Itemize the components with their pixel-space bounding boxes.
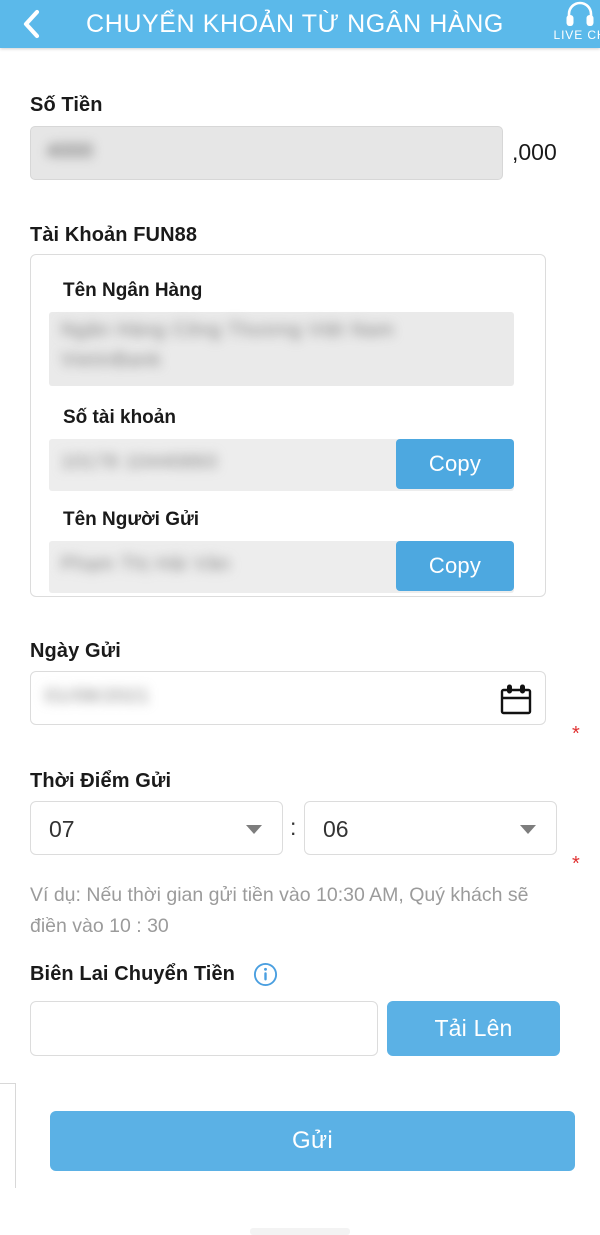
back-button[interactable] bbox=[8, 0, 54, 48]
minute-select[interactable]: 06 bbox=[304, 801, 557, 855]
time-required-marker: * bbox=[572, 854, 580, 874]
chevron-down-icon bbox=[246, 825, 262, 834]
amount-value: 4000 bbox=[47, 141, 93, 163]
sender-name-row: Phạm Thị Hải Vân Copy bbox=[49, 541, 514, 593]
hour-value: 07 bbox=[49, 816, 75, 843]
chevron-left-icon bbox=[21, 8, 41, 40]
amount-input[interactable]: 4000 bbox=[30, 126, 503, 180]
live-chat-button[interactable]: LIVE CH bbox=[534, 1, 600, 42]
date-required-marker: * bbox=[572, 724, 580, 744]
date-input[interactable]: 01/08/2021 bbox=[30, 671, 546, 725]
chevron-down-icon bbox=[520, 825, 536, 834]
minute-value: 06 bbox=[323, 816, 349, 843]
receipt-file-input[interactable] bbox=[30, 1001, 378, 1056]
bank-name-line1: Ngân Hàng Công Thương Việt Nam bbox=[61, 320, 394, 342]
bottom-element-sliver bbox=[250, 1228, 350, 1235]
headset-icon bbox=[565, 1, 595, 27]
calendar-icon[interactable] bbox=[499, 682, 533, 716]
amount-row: 4000 ,000 bbox=[30, 126, 570, 180]
time-separator: : bbox=[290, 814, 296, 841]
sender-name-label: Tên Người Gửi bbox=[63, 509, 199, 531]
hour-select[interactable]: 07 bbox=[30, 801, 283, 855]
bank-name-label: Tên Ngân Hàng bbox=[63, 280, 202, 302]
date-label: Ngày Gửi bbox=[30, 640, 121, 663]
account-number-label: Số tài khoản bbox=[63, 407, 176, 429]
date-value: 01/08/2021 bbox=[45, 686, 150, 708]
amount-label: Số Tiền bbox=[30, 94, 103, 117]
time-hint-text: Ví dụ: Nếu thời gian gửi tiền vào 10:30 … bbox=[30, 880, 570, 942]
form-content: Số Tiền 4000 ,000 Tài Khoản FUN88 Tên Ng… bbox=[0, 48, 600, 1187]
receipt-label: Biên Lai Chuyển Tiền bbox=[30, 963, 235, 986]
upload-button[interactable]: Tải Lên bbox=[387, 1001, 560, 1056]
info-circle-icon[interactable] bbox=[253, 962, 278, 987]
amount-suffix: ,000 bbox=[512, 139, 557, 166]
account-card: Tên Ngân Hàng Ngân Hàng Công Thương Việt… bbox=[30, 254, 546, 597]
account-number-row: 10178 10440893 Copy bbox=[49, 439, 514, 491]
time-label: Thời Điểm Gửi bbox=[30, 770, 171, 793]
account-number-value: 10178 10440893 bbox=[61, 452, 218, 474]
copy-sender-name-button[interactable]: Copy bbox=[396, 541, 514, 591]
account-section-label: Tài Khoản FUN88 bbox=[30, 224, 197, 247]
sender-name-value: Phạm Thị Hải Vân bbox=[61, 554, 231, 576]
bank-name-line2: VietinBank bbox=[61, 350, 162, 372]
page-title: CHUYỂN KHOẢN TỪ NGÂN HÀNG bbox=[0, 0, 600, 48]
app-header: CHUYỂN KHOẢN TỪ NGÂN HÀNG LIVE CH bbox=[0, 0, 600, 48]
bank-name-value: Ngân Hàng Công Thương Việt Nam VietinBan… bbox=[49, 312, 514, 386]
left-panel-edge bbox=[0, 1083, 16, 1188]
live-chat-label: LIVE CH bbox=[554, 28, 600, 42]
submit-button[interactable]: Gửi bbox=[50, 1111, 575, 1171]
copy-account-number-button[interactable]: Copy bbox=[396, 439, 514, 489]
